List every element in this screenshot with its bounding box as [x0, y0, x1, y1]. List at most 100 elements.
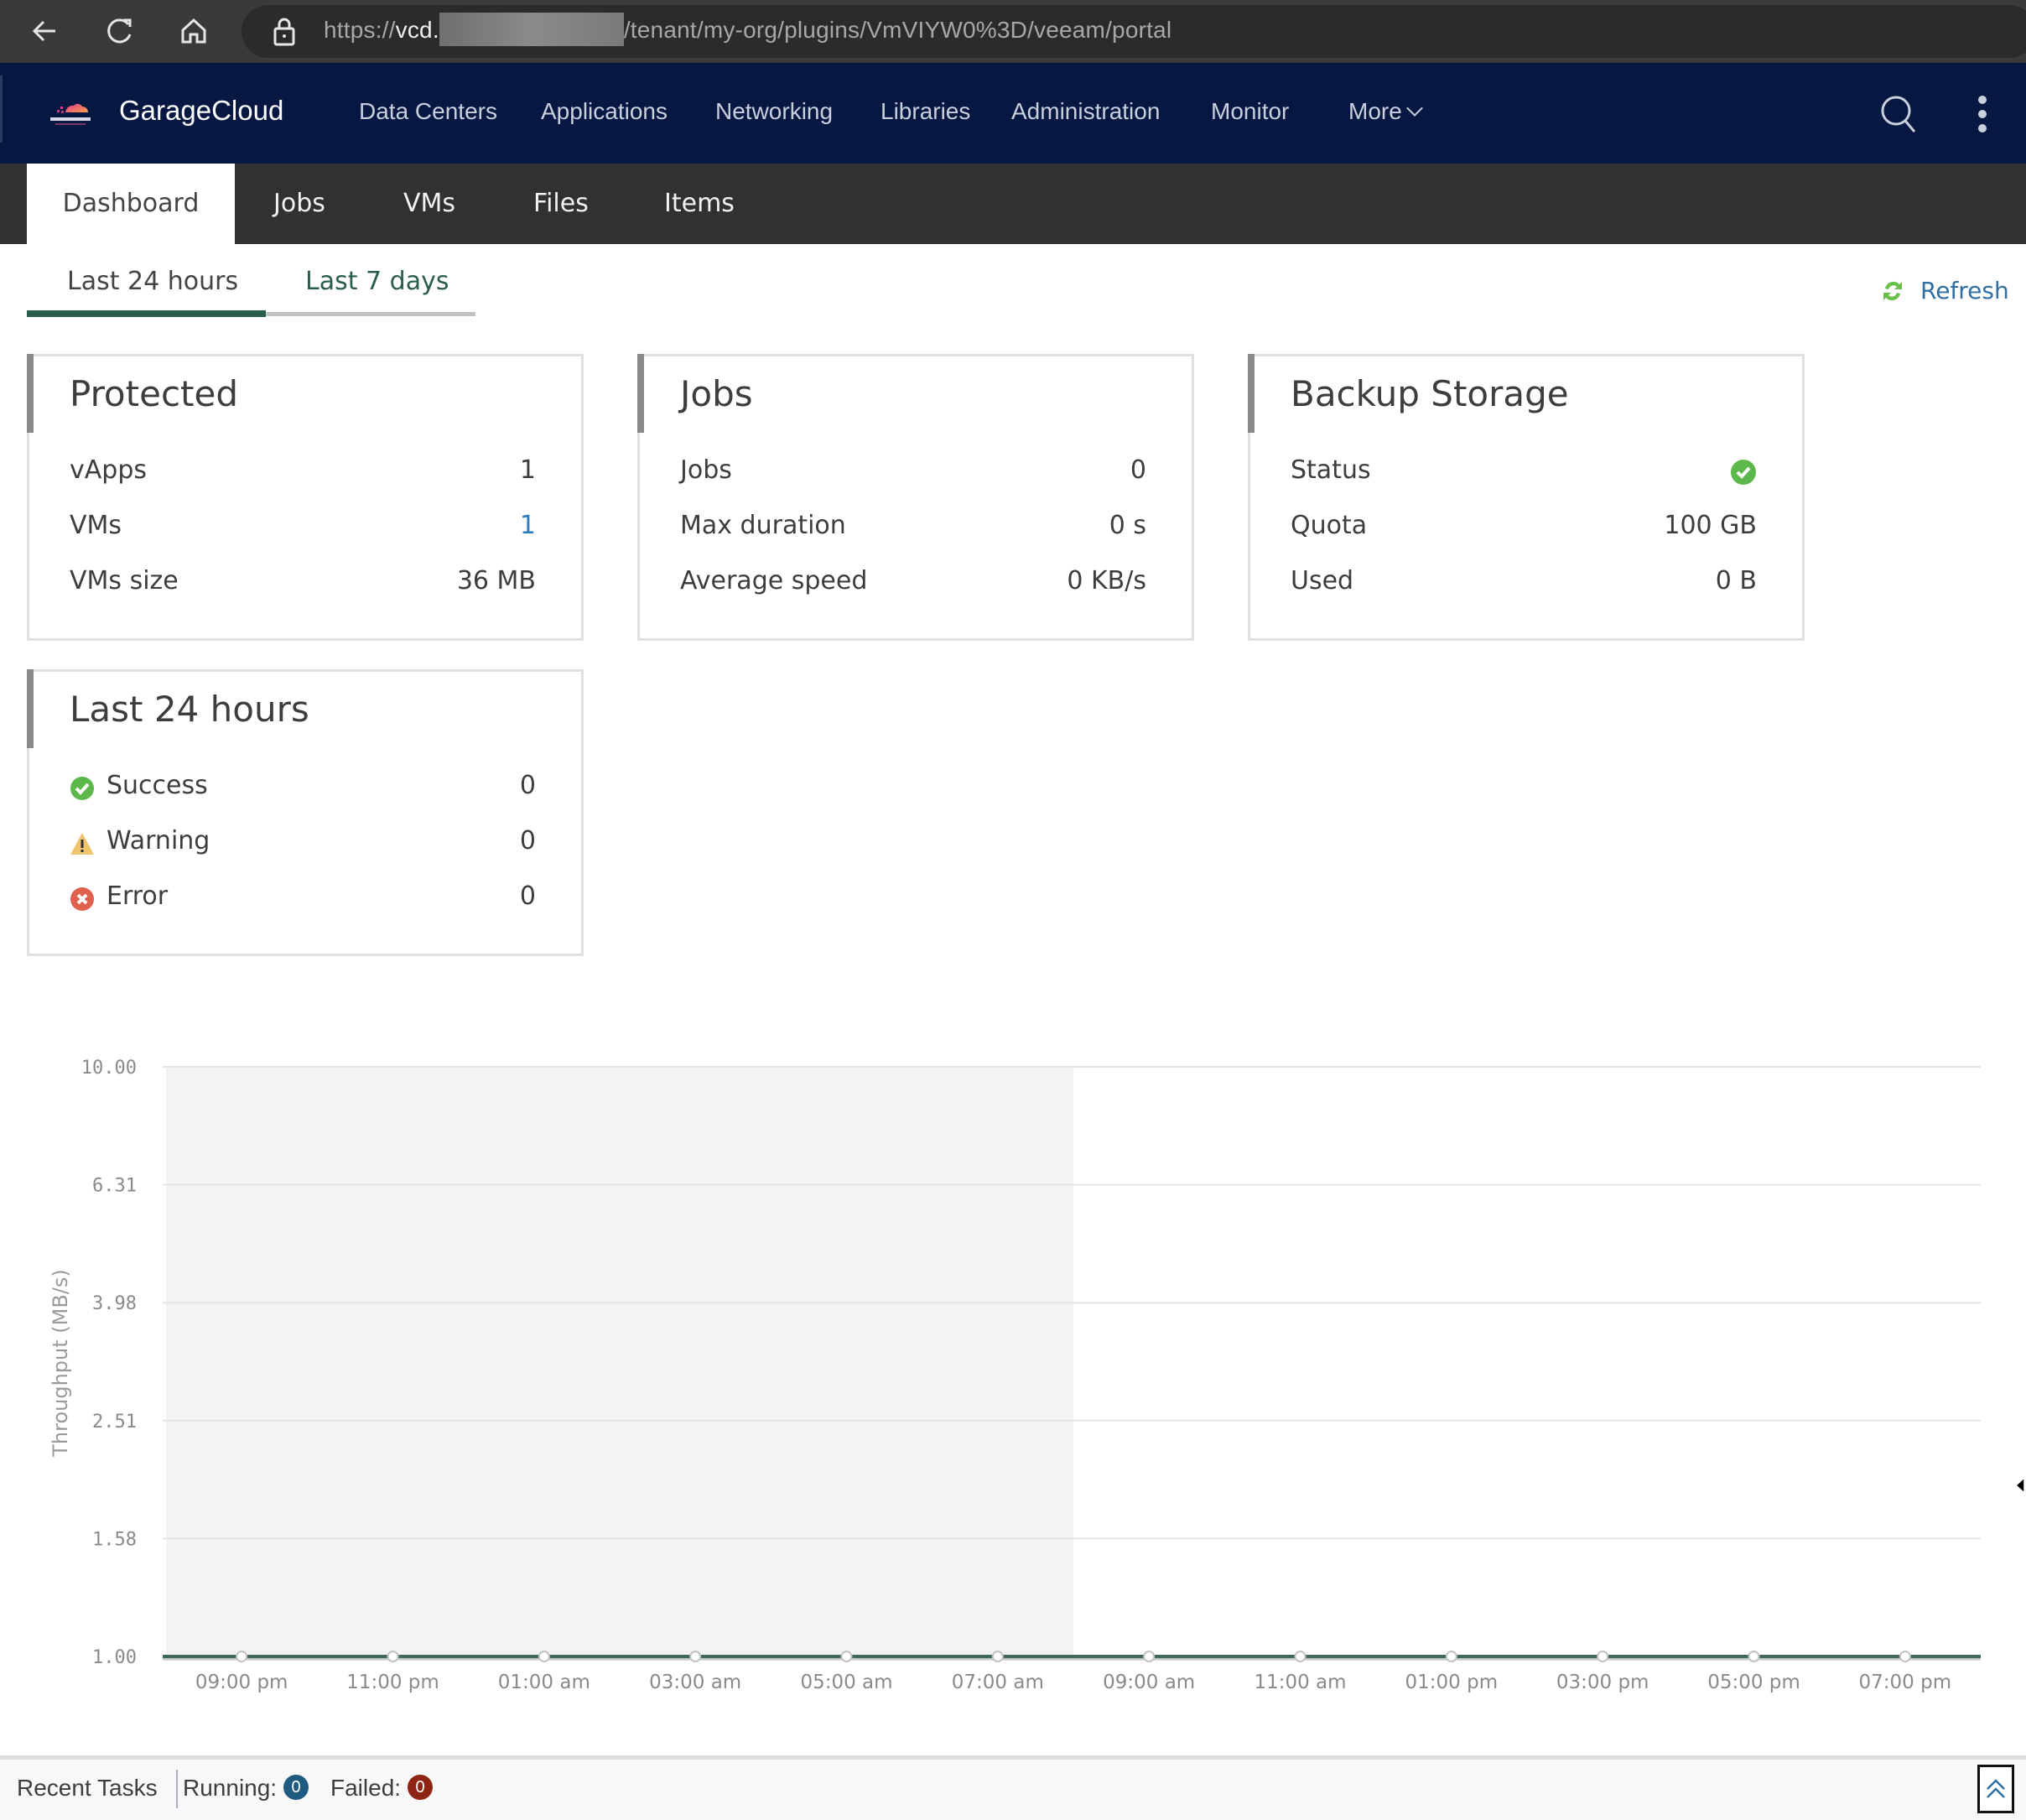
backup-storage-card: Backup Storage Status Quota 100 GB Used 0 …: [1248, 354, 1805, 641]
failed-count-badge: 0: [408, 1774, 434, 1800]
row-label: Error: [106, 881, 169, 911]
card-row-max-duration: Max duration 0 s: [680, 511, 1146, 548]
running-tasks[interactable]: Running: 0: [183, 1774, 309, 1802]
card-accent-bar: [637, 354, 644, 433]
chart-data-point: [689, 1651, 702, 1662]
search-icon[interactable]: [1878, 93, 1920, 135]
card-row-error: Error 0: [70, 881, 536, 918]
chart-x-tick-label: 07:00 am: [952, 1672, 1044, 1693]
tab-files[interactable]: Files: [533, 164, 589, 244]
garagecloud-logo[interactable]: [47, 96, 94, 130]
card-row-vms: VMs 1: [70, 511, 536, 548]
period-tab-active-indicator: [27, 310, 266, 317]
double-chevron-up-icon: [1987, 1779, 2005, 1798]
row-label: VMs size: [70, 566, 179, 595]
throughput-chart: 10.00 6.31 3.98 2.51 1.58 1.00 Throughput (MB…: [49, 1058, 1981, 1693]
warning-icon: [70, 833, 94, 855]
period-tab-last-24-hours[interactable]: Last 24 hours: [67, 267, 238, 296]
success-icon: [70, 777, 94, 800]
panel-collapse-arrow-icon[interactable]: [2014, 1476, 2026, 1495]
chart-x-tick-label: 09:00 pm: [195, 1672, 288, 1693]
home-icon[interactable]: [174, 12, 213, 50]
brand-name[interactable]: GarageCloud: [119, 95, 283, 127]
nav-data-centers[interactable]: Data Centers: [359, 98, 497, 125]
chevron-down-icon: [1405, 100, 1423, 117]
card-row-jobs: Jobs 0: [680, 455, 1146, 492]
card-accent-bar: [27, 669, 34, 748]
row-value: 0 s: [1109, 511, 1146, 540]
row-value: 0 B: [1715, 566, 1757, 595]
chart-x-tick-label: 07:00 pm: [1859, 1672, 1952, 1693]
jobs-card: Jobs Jobs 0 Max duration 0 s Average speed…: [637, 354, 1194, 641]
card-row-quota: Quota 100 GB: [1291, 511, 1757, 548]
back-icon[interactable]: [27, 12, 65, 50]
running-count-badge: 0: [283, 1774, 309, 1800]
card-accent-bar: [1248, 354, 1255, 433]
row-value: 0: [519, 771, 536, 800]
reload-icon[interactable]: [101, 12, 139, 50]
row-label: Warning: [106, 826, 210, 855]
nav-libraries[interactable]: Libraries: [881, 98, 970, 125]
expand-tasks-button[interactable]: [1977, 1765, 2014, 1813]
header-divider: [0, 75, 3, 143]
chart-x-tick-label: 03:00 pm: [1556, 1672, 1649, 1693]
tab-items[interactable]: Items: [664, 164, 735, 244]
row-label: Quota: [1291, 511, 1368, 540]
tab-vms[interactable]: VMs: [403, 164, 455, 244]
row-label: Used: [1291, 566, 1354, 595]
redacted-domain: [439, 12, 624, 46]
row-value: 0: [1130, 455, 1146, 485]
card-accent-bar: [27, 354, 34, 433]
chart-y-ticks: 10.00 6.31 3.98 2.51 1.58 1.00: [81, 1058, 137, 1668]
card-row-status: Status: [1291, 455, 1757, 492]
nav-monitor[interactable]: Monitor: [1211, 98, 1289, 125]
card-title: Protected: [70, 373, 238, 414]
row-label: vApps: [70, 455, 147, 485]
chart-data-point: [1597, 1651, 1609, 1662]
vms-count-link[interactable]: 1: [520, 511, 536, 540]
row-label: Jobs: [680, 455, 732, 485]
chart-x-ticks: 09:00 pm 11:00 pm 01:00 am 03:00 am 05:00 am…: [195, 1672, 1951, 1693]
chart-data-point: [1143, 1651, 1156, 1662]
chart-data-point: [1748, 1651, 1760, 1662]
more-options-icon[interactable]: [1974, 93, 1991, 135]
chart-shaded-area: [166, 1067, 1073, 1656]
address-bar[interactable]: https://vcd. /tenant/my-org/plugins/VmVIY…: [242, 5, 2026, 58]
failed-tasks[interactable]: Failed: 0: [330, 1774, 434, 1802]
chart-y-tick-label: 1.00: [92, 1647, 137, 1668]
row-label: Status: [1291, 455, 1371, 485]
row-value: 0: [519, 826, 536, 855]
row-value: 0 KB/s: [1067, 566, 1146, 595]
last-24-hours-card: Last 24 hours Success 0 Warning 0 Error 0: [27, 669, 584, 956]
row-label: Success: [106, 771, 208, 800]
chart-data-point: [538, 1651, 550, 1662]
card-row-vms-size: VMs size 36 MB: [70, 566, 536, 603]
nav-administration[interactable]: Administration: [1011, 98, 1160, 125]
card-row-used: Used 0 B: [1291, 566, 1757, 603]
nav-more[interactable]: More: [1348, 98, 1423, 125]
lock-icon: [273, 18, 295, 46]
nav-networking[interactable]: Networking: [715, 98, 833, 125]
nav-applications[interactable]: Applications: [541, 98, 668, 125]
url-scheme: https://: [324, 17, 396, 43]
chart-data-point: [1445, 1651, 1457, 1662]
row-value: 100 GB: [1664, 511, 1757, 540]
protected-card: Protected vApps 1 VMs 1 VMs size 36 MB: [27, 354, 584, 641]
period-tab-last-7-days[interactable]: Last 7 days: [305, 267, 449, 296]
refresh-icon: [1883, 281, 1902, 301]
chart-data-point: [840, 1651, 853, 1662]
url-text[interactable]: https://vcd. /tenant/my-org/plugins/VmVIY…: [324, 12, 1171, 46]
card-row-vapps: vApps 1: [70, 455, 536, 492]
chart-x-tick-label: 05:00 am: [800, 1672, 892, 1693]
tab-dashboard[interactable]: Dashboard: [27, 164, 235, 244]
chart-x-tick-label: 01:00 am: [498, 1672, 590, 1693]
chart-data-point: [1899, 1651, 1911, 1662]
browser-toolbar: https://vcd. /tenant/my-org/plugins/VmVIY…: [0, 0, 2026, 63]
row-value: 36 MB: [456, 566, 536, 595]
url-host: vcd.: [395, 17, 439, 43]
tab-jobs[interactable]: Jobs: [273, 164, 325, 244]
row-label: Average speed: [680, 566, 868, 595]
app-header: GarageCloud Data Centers Applications Ne…: [0, 63, 2026, 164]
chart-y-tick-label: 10.00: [81, 1058, 137, 1079]
recent-tasks-label[interactable]: Recent Tasks: [17, 1775, 158, 1802]
